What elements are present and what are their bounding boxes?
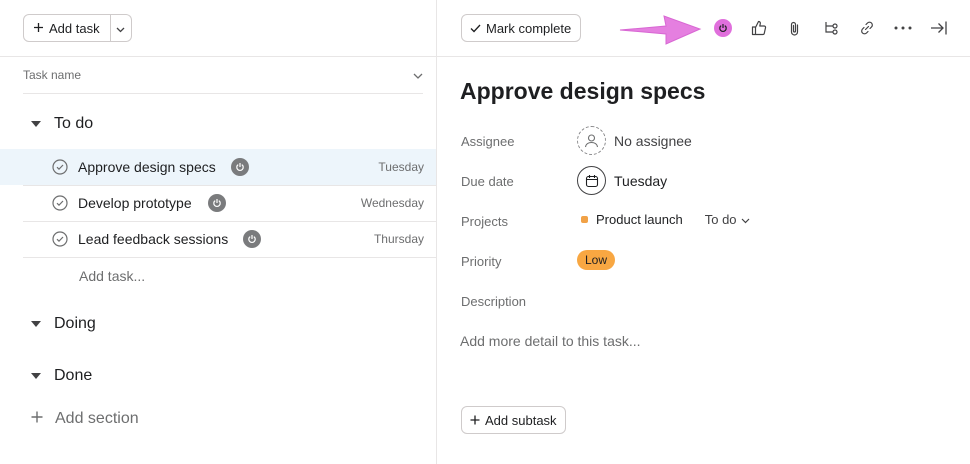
add-subtask-button[interactable]: Add subtask [461,406,566,434]
add-section-button[interactable]: Add section [31,410,139,428]
power-icon [231,158,249,176]
task-due-date: Tuesday [378,160,424,174]
plus-icon [470,413,480,428]
power-icon[interactable] [705,16,741,40]
add-task-dropdown-button[interactable] [110,14,132,42]
mark-complete-label: Mark complete [486,20,572,36]
task-due-date: Thursday [373,232,424,246]
collapse-triangle-icon[interactable] [31,121,41,127]
check-circle-icon[interactable] [52,195,68,216]
power-icon [243,230,261,248]
mark-complete-button[interactable]: Mark complete [461,14,582,42]
row-divider [23,257,436,258]
check-circle-icon[interactable] [52,159,68,180]
due-date-label: Due date [461,174,514,189]
task-due-date: Wednesday [360,196,424,210]
task-name[interactable]: Develop prototype [78,195,192,211]
header-divider [23,93,423,94]
plus-icon [33,21,44,36]
project-field: Product launch To do [581,212,750,227]
power-icon [208,194,226,212]
project-color-dot [581,216,588,223]
assignee-value: No assignee [614,132,692,149]
task-list-pane: Add task Task name To do Approve design … [0,0,436,464]
calendar-icon [577,166,606,195]
more-icon[interactable] [885,16,921,40]
add-section-label: Add section [55,410,139,427]
section-header-to-do[interactable]: To do [31,115,93,133]
check-circle-icon[interactable] [52,231,68,252]
paperclip-icon[interactable] [777,16,813,40]
priority-badge[interactable]: Low [577,250,616,270]
task-name[interactable]: Approve design specs [78,159,216,175]
assignee-field[interactable]: No assignee [577,126,692,155]
empty-avatar-icon [577,126,606,155]
chevron-down-icon [116,21,125,36]
description-input[interactable]: Add more detail to this task... [460,333,641,349]
close-pane-icon[interactable] [921,16,957,40]
column-task-name: Task name [23,68,82,82]
projects-label: Projects [461,214,508,229]
toolbar-divider [0,56,436,57]
description-label: Description [461,294,527,309]
section-title: Doing [54,315,96,332]
task-title[interactable]: Approve design specs [460,78,705,105]
add-task-label: Add task [49,20,100,36]
collapse-triangle-icon[interactable] [31,373,41,379]
add-task-split-button: Add task [23,14,132,42]
priority-field[interactable]: Low [577,250,616,270]
task-row[interactable]: Approve design specs Tuesday [0,149,436,185]
assignee-label: Assignee [461,134,515,149]
task-row[interactable]: Develop prototype Wednesday [0,185,436,221]
section-header-done[interactable]: Done [31,367,92,385]
project-name[interactable]: Product launch [596,212,683,227]
add-task-button[interactable]: Add task [23,14,111,42]
task-name[interactable]: Lead feedback sessions [78,231,228,247]
detail-toolbar-divider [437,56,970,57]
column-options-chevron-icon[interactable] [413,68,423,82]
plus-icon [31,410,43,428]
chevron-down-icon [741,212,750,227]
due-date-field[interactable]: Tuesday [577,166,667,195]
task-detail-pane: Mark complete Approve design specs Assig… [436,0,970,464]
project-section-value: To do [704,212,737,227]
subtask-icon[interactable] [813,16,849,40]
priority-label: Priority [461,254,502,269]
collapse-triangle-icon[interactable] [31,321,41,327]
column-header: Task name [23,68,423,82]
section-title: Done [54,367,93,384]
thumbs-up-icon[interactable] [741,16,777,40]
add-task-inline[interactable]: Add task... [79,268,145,284]
section-header-doing[interactable]: Doing [31,315,96,333]
checkmark-icon [470,21,481,36]
due-date-value: Tuesday [614,172,668,189]
link-icon[interactable] [849,16,885,40]
add-subtask-label: Add subtask [485,412,557,428]
pointer-arrow-icon [618,10,702,55]
detail-toolbar [705,16,957,40]
task-row[interactable]: Lead feedback sessions Thursday [0,221,436,257]
project-section-dropdown[interactable]: To do [705,212,750,227]
section-title: To do [54,115,94,132]
